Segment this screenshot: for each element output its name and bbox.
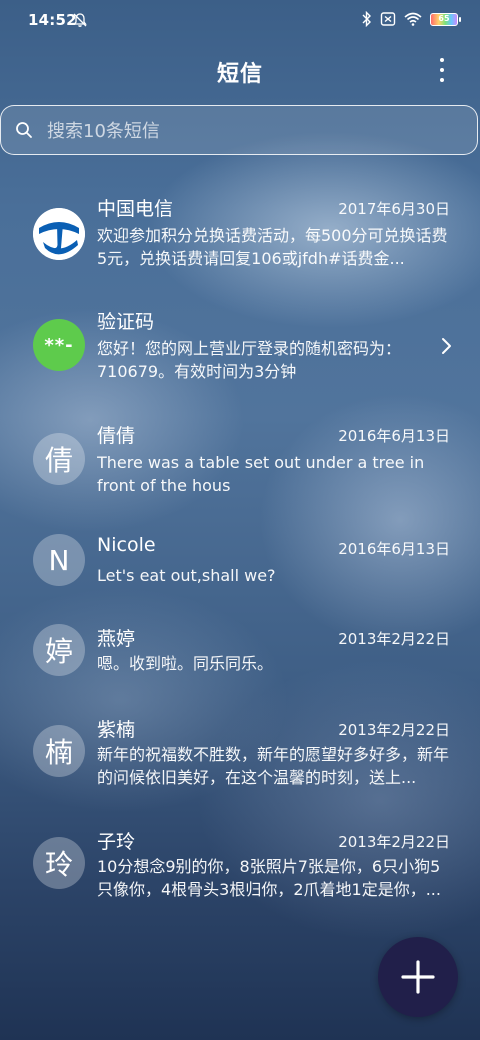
conversation-item[interactable]: **- 验证码 您好！您的网上营业厅登录的随机密码为：710679。有效时间为3…	[0, 303, 480, 403]
message-preview: 10分想念9别的你，8张照片7张是你，6只小狗5只像你，4根骨头3根归你，2爪着…	[97, 857, 441, 899]
message-date: 2013年2月22日	[338, 630, 450, 648]
new-message-button[interactable]	[378, 937, 458, 1017]
bluetooth-icon	[362, 11, 371, 27]
app-header: 短信	[0, 48, 480, 92]
avatar	[33, 208, 85, 260]
wifi-icon	[404, 12, 422, 26]
contact-name: Nicole	[97, 534, 156, 556]
message-preview: Let's eat out,shall we?	[97, 566, 276, 585]
contact-name: 倩倩	[97, 425, 136, 447]
conversation-item[interactable]: 倩 倩倩 2016年6月13日 There was a table set ou…	[0, 417, 480, 517]
no-sim-icon	[380, 12, 396, 26]
page-title: 短信	[216, 62, 263, 87]
contact-name: 中国电信	[97, 198, 174, 220]
search-input[interactable]: 搜索10条短信	[47, 117, 160, 143]
conversation-item[interactable]: 中国电信 2017年6月30日 欢迎参加积分兑换话费活动，每500分可兑换话费5…	[0, 190, 480, 290]
status-bar: 14:52 65	[0, 0, 480, 40]
avatar: 倩	[33, 433, 85, 485]
plus-icon	[401, 960, 435, 994]
message-preview: 您好！您的网上营业厅登录的随机密码为：710679。有效时间为3分钟	[97, 339, 402, 381]
more-options-button[interactable]	[432, 58, 452, 82]
message-preview: There was a table set out under a tree i…	[97, 453, 425, 495]
chevron-right-icon[interactable]	[440, 337, 452, 355]
search-icon	[16, 122, 32, 138]
battery-icon: 65	[430, 12, 461, 26]
message-preview: 欢迎参加积分兑换话费活动，每500分可兑换话费5元，兑换话费请回复106或jfd…	[97, 226, 448, 268]
message-preview: 嗯。收到啦。同乐同乐。	[97, 654, 274, 673]
more-vert-icon	[440, 58, 444, 62]
message-preview: 新年的祝福数不胜数，新年的愿望好多好多，新年的问候依旧美好，在这个温馨的时刻，送…	[97, 745, 449, 787]
contact-name: 验证码	[97, 311, 155, 333]
conversation-item[interactable]: N Nicole 2016年6月13日 Let's eat out,shall …	[0, 530, 480, 610]
avatar: 楠	[33, 725, 85, 777]
avatar: **-	[33, 319, 85, 371]
conversation-item[interactable]: 婷 燕婷 2013年2月22日 嗯。收到啦。同乐同乐。	[0, 622, 480, 702]
search-bar[interactable]: 搜索10条短信	[0, 105, 478, 155]
avatar: N	[33, 534, 85, 586]
message-date: 2013年2月22日	[338, 833, 450, 851]
message-date: 2013年2月22日	[338, 721, 450, 739]
avatar: 玲	[33, 837, 85, 889]
conversation-item[interactable]: 楠 紫楠 2013年2月22日 新年的祝福数不胜数，新年的愿望好多好多，新年的问…	[0, 713, 480, 813]
message-date: 2016年6月13日	[338, 427, 450, 445]
battery-level: 65	[438, 13, 450, 23]
contact-name: 紫楠	[97, 719, 136, 741]
message-date: 2016年6月13日	[338, 540, 450, 558]
contact-name: 燕婷	[97, 628, 136, 650]
conversation-item[interactable]: 玲 子玲 2013年2月22日 10分想念9别的你，8张照片7张是你，6只小狗5…	[0, 825, 480, 925]
status-time: 14:52	[28, 11, 77, 29]
contact-name: 子玲	[97, 831, 136, 853]
avatar: 婷	[33, 624, 85, 676]
bell-off-icon	[73, 13, 87, 27]
china-telecom-logo-icon	[33, 208, 85, 260]
message-date: 2017年6月30日	[338, 200, 450, 218]
